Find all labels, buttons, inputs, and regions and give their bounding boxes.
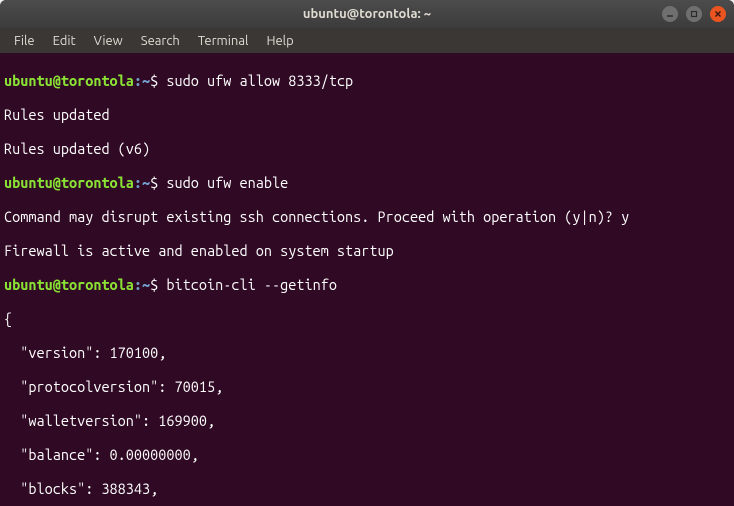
terminal-line: { bbox=[4, 310, 730, 327]
menu-help[interactable]: Help bbox=[258, 31, 301, 51]
terminal-window: ubuntu@torontola: ~ File Edit View Searc… bbox=[0, 0, 734, 506]
titlebar[interactable]: ubuntu@torontola: ~ bbox=[0, 0, 734, 28]
minimize-button[interactable] bbox=[662, 6, 678, 22]
prompt-sep: : bbox=[134, 276, 142, 293]
menu-edit[interactable]: Edit bbox=[45, 31, 84, 51]
prompt-user: ubuntu@torontola bbox=[4, 72, 134, 89]
terminal-line: "version": 170100, bbox=[4, 344, 730, 361]
terminal-line: "walletversion": 169900, bbox=[4, 412, 730, 429]
prompt-dollar: $ bbox=[150, 276, 158, 293]
menu-view[interactable]: View bbox=[86, 31, 131, 51]
prompt-sep: : bbox=[134, 72, 142, 89]
close-icon bbox=[714, 10, 722, 18]
terminal-line: "blocks": 388343, bbox=[4, 480, 730, 497]
maximize-button[interactable] bbox=[686, 6, 702, 22]
menu-search[interactable]: Search bbox=[133, 31, 188, 51]
window-controls bbox=[662, 6, 726, 22]
menu-file[interactable]: File bbox=[6, 31, 43, 51]
prompt-user: ubuntu@torontola bbox=[4, 276, 134, 293]
command-3: bitcoin-cli --getinfo bbox=[166, 276, 337, 293]
maximize-icon bbox=[690, 10, 698, 18]
command-2: sudo ufw enable bbox=[166, 174, 288, 191]
terminal-line: Rules updated (v6) bbox=[4, 140, 730, 157]
terminal-line: ubuntu@torontola:~$ sudo ufw enable bbox=[4, 174, 730, 191]
terminal-line: Rules updated bbox=[4, 106, 730, 123]
terminal-line: "protocolversion": 70015, bbox=[4, 378, 730, 395]
close-button[interactable] bbox=[710, 6, 726, 22]
terminal-line: "balance": 0.00000000, bbox=[4, 446, 730, 463]
menu-terminal[interactable]: Terminal bbox=[190, 31, 257, 51]
prompt-dollar: $ bbox=[150, 72, 158, 89]
menubar: File Edit View Search Terminal Help bbox=[0, 28, 734, 53]
terminal-line: ubuntu@torontola:~$ sudo ufw allow 8333/… bbox=[4, 72, 730, 89]
prompt-user: ubuntu@torontola bbox=[4, 174, 134, 191]
command-1: sudo ufw allow 8333/tcp bbox=[166, 72, 353, 89]
prompt-sep: : bbox=[134, 174, 142, 191]
prompt-dollar: $ bbox=[150, 174, 158, 191]
minimize-icon bbox=[666, 10, 674, 18]
prompt-path: ~ bbox=[142, 72, 150, 89]
terminal-line: Command may disrupt existing ssh connect… bbox=[4, 208, 730, 225]
prompt-path: ~ bbox=[142, 174, 150, 191]
terminal-line: Firewall is active and enabled on system… bbox=[4, 242, 730, 259]
terminal-body[interactable]: ubuntu@torontola:~$ sudo ufw allow 8333/… bbox=[0, 53, 734, 506]
terminal-line: ubuntu@torontola:~$ bitcoin-cli --getinf… bbox=[4, 276, 730, 293]
prompt-path: ~ bbox=[142, 276, 150, 293]
window-title: ubuntu@torontola: ~ bbox=[303, 7, 431, 21]
